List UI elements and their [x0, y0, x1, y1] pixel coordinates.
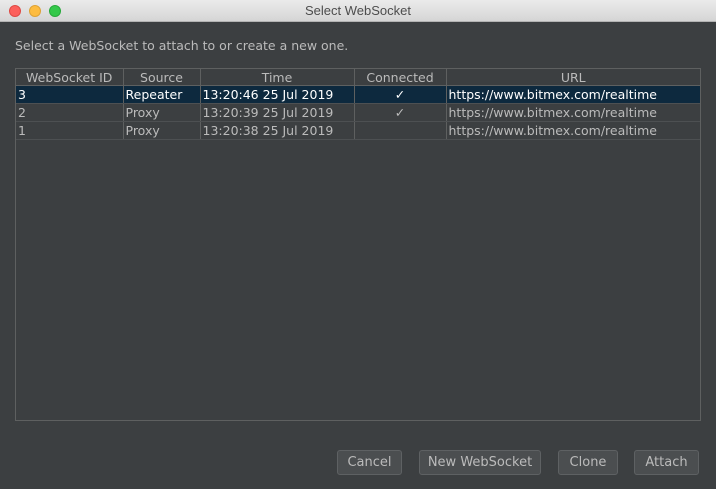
new-websocket-button[interactable]: New WebSocket: [419, 450, 541, 475]
column-header-url[interactable]: URL: [446, 69, 700, 86]
cell-source: Proxy: [123, 121, 201, 140]
title-bar: Select WebSocket: [0, 0, 716, 22]
cell-time: 13:20:39 25 Jul 2019: [200, 103, 355, 122]
cancel-button[interactable]: Cancel: [337, 450, 402, 475]
cell-websocket-id: 2: [16, 103, 124, 122]
column-header-time[interactable]: Time: [200, 69, 355, 86]
cell-url: https://www.bitmex.com/realtime: [446, 103, 700, 122]
cell-time: 13:20:38 25 Jul 2019: [200, 121, 355, 140]
select-websocket-dialog: Select WebSocket Select a WebSocket to a…: [0, 0, 716, 489]
cell-source: Proxy: [123, 103, 201, 122]
cell-connected: [354, 121, 447, 140]
cell-connected: ✓: [354, 85, 447, 104]
column-header-websocket-id[interactable]: WebSocket ID: [16, 69, 124, 86]
attach-button[interactable]: Attach: [634, 450, 699, 475]
cell-connected: ✓: [354, 103, 447, 122]
cell-websocket-id: 1: [16, 121, 124, 140]
instruction-text: Select a WebSocket to attach to or creat…: [15, 38, 349, 53]
clone-button[interactable]: Clone: [558, 450, 618, 475]
cell-websocket-id: 3: [16, 85, 124, 104]
cell-source: Repeater: [123, 85, 201, 104]
websocket-table: WebSocket ID Source Time Connected URL 3…: [15, 68, 701, 421]
column-header-connected[interactable]: Connected: [354, 69, 447, 86]
table-row[interactable]: 2 Proxy 13:20:39 25 Jul 2019 ✓ https://w…: [16, 103, 700, 122]
column-header-source[interactable]: Source: [123, 69, 201, 86]
cell-url: https://www.bitmex.com/realtime: [446, 85, 700, 104]
window-title: Select WebSocket: [305, 3, 411, 18]
cell-time: 13:20:46 25 Jul 2019: [200, 85, 355, 104]
table-row[interactable]: 3 Repeater 13:20:46 25 Jul 2019 ✓ https:…: [16, 85, 700, 104]
cell-url: https://www.bitmex.com/realtime: [446, 121, 700, 140]
table-row[interactable]: 1 Proxy 13:20:38 25 Jul 2019 https://www…: [16, 121, 700, 140]
table-header: WebSocket ID Source Time Connected URL: [16, 69, 700, 86]
